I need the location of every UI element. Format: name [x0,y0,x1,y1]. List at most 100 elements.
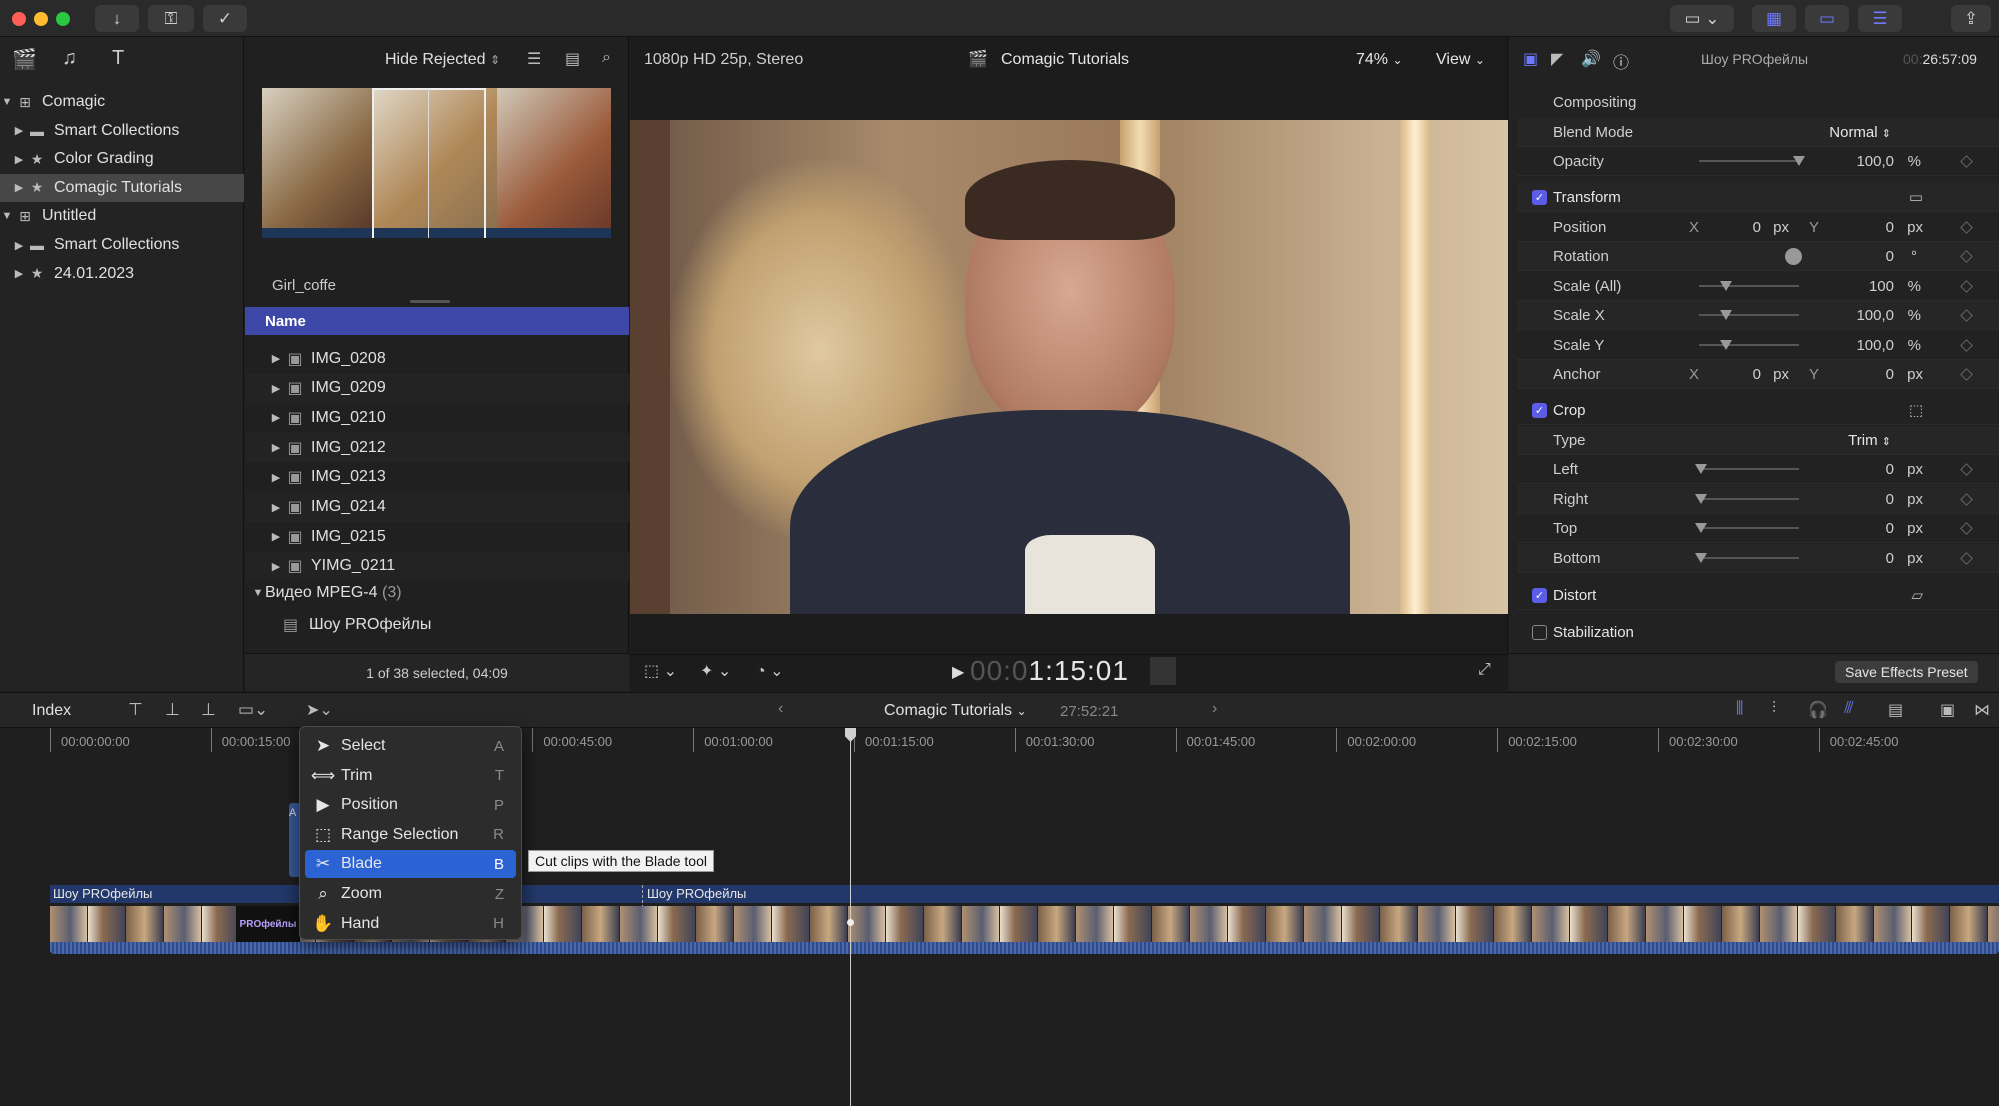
tool-menu-item-hand[interactable]: ✋ Hand H [305,910,516,938]
history-back-icon[interactable]: ‹ [778,700,783,718]
keyframe-icon[interactable] [1960,367,1973,381]
crop-checkbox[interactable]: ✓ [1532,402,1547,418]
library-item[interactable]: ▶ ★ 24.01.2023 [0,260,244,288]
blend-mode-select[interactable]: Normal ⇕ [1829,124,1891,141]
crop-bottom-slider[interactable] [1699,557,1799,559]
browser-clip-item[interactable]: ▶ ▣ IMG_0208 [245,344,629,373]
distort-checkbox[interactable]: ✓ [1532,587,1547,603]
scale-x-slider[interactable] [1699,314,1799,316]
browser-clip-item[interactable]: ▶ ▣ IMG_0213 [245,463,629,492]
resize-handle[interactable] [410,300,450,303]
crop-type-row[interactable]: Type Trim ⇕ [1517,426,1999,455]
audio-skimming-icon[interactable]: ⫶ [1772,700,1776,718]
tool-menu-item-select[interactable]: ➤ Select A [305,732,516,760]
search-icon[interactable]: ⌕ [602,49,611,67]
info-inspector-icon[interactable]: ⓘ [1613,49,1629,73]
crop-bottom-value[interactable]: 0 [1886,550,1894,567]
fullscreen-icon[interactable]: ⤢ [1478,661,1491,679]
keyframe-icon[interactable] [1960,249,1973,263]
anchor-x-value[interactable]: 0 [1753,366,1761,383]
crop-right-slider[interactable] [1699,498,1799,500]
zoom-window-button[interactable] [56,12,70,26]
share-icon[interactable]: ⇪ [1951,5,1991,32]
video-frame[interactable] [630,120,1508,614]
browser-clip-item[interactable]: ▶ ▣ IMG_0210 [245,403,629,432]
tool-menu-item-blade[interactable]: ✂ Blade B [305,850,516,879]
tool-select-icon[interactable]: ➤⌄ [306,700,333,720]
blend-mode-row[interactable]: Blend Mode Normal ⇕ [1517,118,1999,147]
scale-y-value[interactable]: 100,0 [1856,337,1894,354]
zoom-menu[interactable]: 74% ⌄ [1356,51,1403,69]
clip-appearance-icon[interactable]: ▤ [565,49,580,69]
disclosure-icon[interactable]: ▶ [269,382,283,395]
browser-clip-item[interactable]: ▶ ▣ IMG_0214 [245,492,629,522]
keyframe-icon[interactable] [1960,492,1973,506]
close-window-button[interactable] [12,12,26,26]
skimming-icon[interactable]: ⫼ [1736,700,1743,718]
opacity-value[interactable]: 100,0 [1856,153,1894,170]
minimize-window-button[interactable] [34,12,48,26]
scale-all-row[interactable]: Scale (All) 100% [1517,272,1999,301]
library-item[interactable]: ▼ ⊞ Untitled [0,202,244,230]
disclosure-icon[interactable]: ▶ [269,441,283,454]
disclosure-icon[interactable]: ▶ [269,411,283,424]
snapping-icon[interactable]: ⫻ [1844,700,1854,718]
position-row[interactable]: Position X 0 px Y 0 px [1517,213,1999,242]
keyframe-icon[interactable] [1960,279,1973,293]
library-item[interactable]: ▶ ★ Comagic Tutorials [0,173,244,202]
scale-y-slider[interactable] [1699,344,1799,346]
filmstrip-thumbnail[interactable] [262,88,611,238]
append-clip-icon[interactable]: ⊥ [201,700,216,720]
keyword-icon[interactable]: ⚿ [148,5,194,32]
position-y-value[interactable]: 0 [1886,219,1894,236]
crop-top-slider[interactable] [1699,527,1799,529]
keyframe-icon[interactable] [1960,521,1973,535]
transform-tool-icon[interactable]: ⬚ ⌄ [644,661,677,681]
distort-onscreen-icon[interactable]: ▱ [1911,586,1923,604]
group-row-mpeg4[interactable]: ▼ Видео MPEG-4 (3) [251,584,402,602]
crop-right-row[interactable]: Right 0 px [1517,485,1999,514]
scale-x-row[interactable]: Scale X 100,0% [1517,301,1999,330]
crop-top-value[interactable]: 0 [1886,520,1894,537]
filmstrip-view-icon[interactable]: ☰ [527,49,541,69]
keyframe-icon[interactable] [1960,154,1973,168]
history-forward-icon[interactable]: › [1212,700,1217,718]
rotation-value[interactable]: 0 [1886,248,1894,265]
color-inspector-icon[interactable]: ◤ [1551,49,1563,69]
titles-generators-icon[interactable]: T [112,47,124,70]
tool-menu-item-trim[interactable]: ⟺ Trim T [305,762,516,790]
timeline-index-button[interactable]: Index [32,702,71,720]
insert-clip-icon[interactable]: ⊥ [165,700,180,720]
retime-icon[interactable]: ◔ ⌄ [756,661,784,681]
crop-top-row[interactable]: Top 0 px [1517,514,1999,543]
photos-audio-icon[interactable]: ♫ [62,47,77,70]
disclosure-icon[interactable]: ▼ [0,96,14,108]
browser-clip-item[interactable]: ▶ ▣ IMG_0215 [245,522,629,551]
disclosure-icon[interactable]: ▶ [12,239,26,252]
scale-x-value[interactable]: 100,0 [1856,307,1894,324]
disclosure-icon[interactable]: ▶ [12,267,26,280]
anchor-y-value[interactable]: 0 [1886,366,1894,383]
crop-right-value[interactable]: 0 [1886,491,1894,508]
transform-onscreen-icon[interactable]: ▭ [1909,188,1923,206]
library-item[interactable]: ▶ ▬ Smart Collections [0,231,244,259]
tool-menu-item-zoom[interactable]: ⌕ Zoom Z [305,880,516,908]
audio-inspector-icon[interactable]: 🔊 [1581,49,1601,69]
timeline-project-menu[interactable]: Comagic Tutorials ⌄ [884,702,1027,720]
disclosure-icon[interactable]: ▶ [269,530,283,543]
library-item[interactable]: ▶ ★ Color Grading [0,145,244,173]
disclosure-icon[interactable]: ▶ [12,124,26,137]
name-column-header[interactable]: Name [245,307,629,335]
crop-left-value[interactable]: 0 [1886,461,1894,478]
crop-type-select[interactable]: Trim ⇕ [1848,432,1891,449]
view-menu[interactable]: View ⌄ [1436,51,1485,69]
save-effects-preset-button[interactable]: Save Effects Preset [1835,661,1978,683]
import-icon[interactable]: ↓ [95,5,139,32]
crop-left-row[interactable]: Left 0 px [1517,455,1999,484]
disclosure-icon[interactable]: ▶ [12,153,26,166]
disclosure-icon[interactable]: ▶ [269,471,283,484]
background-tasks-icon[interactable]: ✓ [203,5,247,32]
clip-title-a[interactable]: Шоу PROфейлы [53,886,152,901]
connect-clip-icon[interactable]: ⊤ [128,700,143,720]
workspace-icon[interactable]: ▭ ⌄ [1670,5,1734,32]
